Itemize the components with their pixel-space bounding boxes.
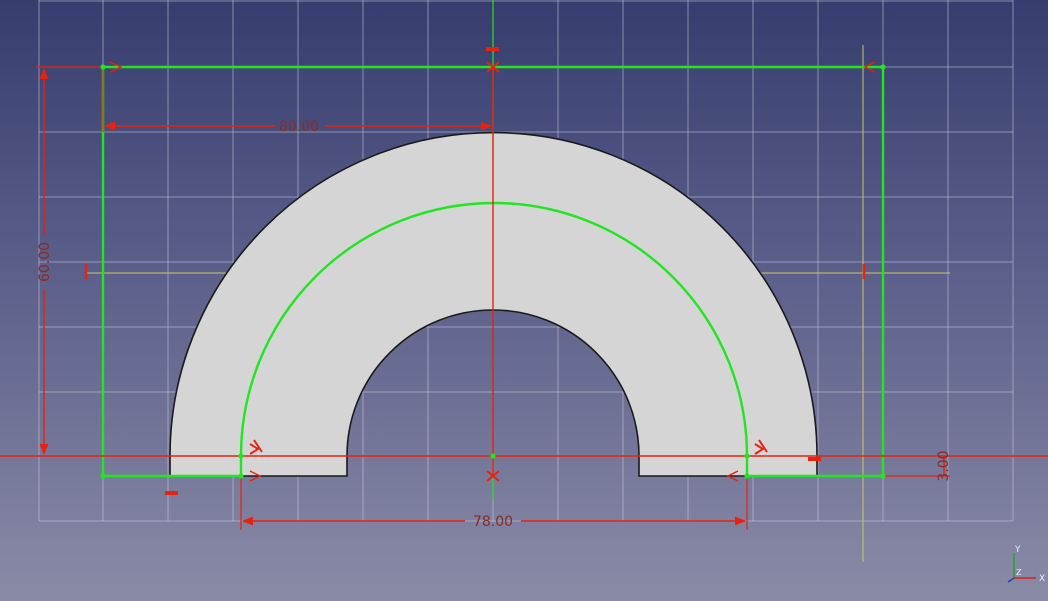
axis-y-label: Y xyxy=(1014,545,1021,555)
dimension-vertical-3[interactable]: 3.00 xyxy=(883,450,952,482)
axis-x-label: X xyxy=(1039,574,1045,584)
dimension-label-60[interactable]: 60.00 xyxy=(37,242,53,282)
dimension-horizontal-80[interactable]: 80.00 xyxy=(102,67,493,135)
vertex-point[interactable] xyxy=(100,64,106,70)
horizontal-constraint-icon[interactable] xyxy=(808,457,821,461)
dimension-horizontal-78[interactable]: 78.00 xyxy=(240,476,748,530)
horizontal-constraint-icon[interactable] xyxy=(165,491,178,495)
axis-triad: Y X Z xyxy=(1007,545,1045,584)
vertex-point[interactable] xyxy=(238,453,244,459)
vertex-point[interactable] xyxy=(744,473,750,479)
sketch-canvas[interactable]: 80.00 60.00 78.00 3.00 Y X Z xyxy=(0,0,1048,601)
dimension-label-78[interactable]: 78.00 xyxy=(473,514,513,530)
vertex-point[interactable] xyxy=(490,453,496,459)
vertex-point[interactable] xyxy=(238,473,244,479)
vertex-point[interactable] xyxy=(880,64,886,70)
sketcher-viewport[interactable]: 80.00 60.00 78.00 3.00 Y X Z xyxy=(0,0,1048,601)
dimension-label-3[interactable]: 3.00 xyxy=(936,450,952,481)
horizontal-constraint-icon[interactable] xyxy=(486,47,499,51)
dimension-label-80[interactable]: 80.00 xyxy=(279,119,319,135)
axis-z-label: Z xyxy=(1016,568,1022,577)
vertex-point[interactable] xyxy=(100,473,106,479)
dimension-vertical-60[interactable]: 60.00 xyxy=(36,66,103,456)
vertex-point[interactable] xyxy=(880,473,886,479)
vertex-point[interactable] xyxy=(744,453,750,459)
